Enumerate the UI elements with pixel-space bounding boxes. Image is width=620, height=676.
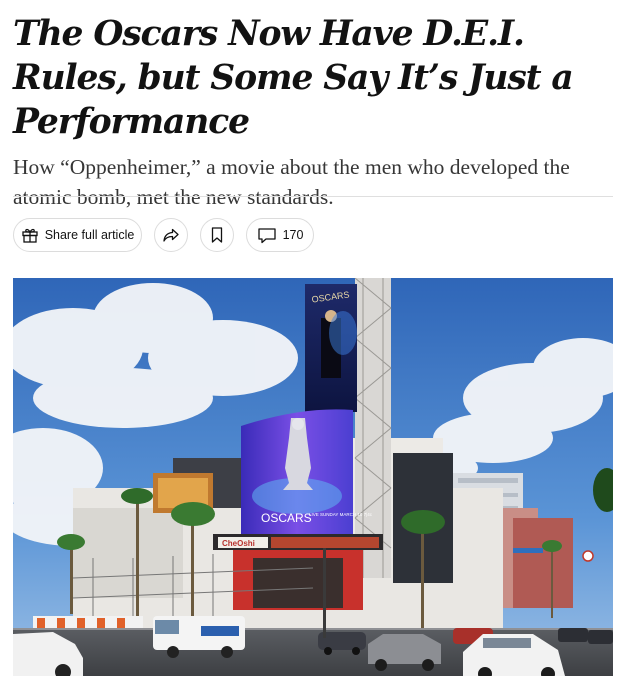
- billboard-date-text: LIVE SUNDAY MARCH 10 7|4c: [309, 512, 373, 517]
- share-full-article-button[interactable]: Share full article: [13, 218, 142, 252]
- gift-icon: [21, 226, 39, 244]
- bookmark-icon: [209, 226, 225, 244]
- lead-photo: OSCARS OSCARS LIVE SUNDAY MARCH 10 7|4c …: [13, 278, 613, 676]
- save-article-button[interactable]: [200, 218, 234, 252]
- divider: [13, 196, 613, 197]
- share-button[interactable]: [154, 218, 188, 252]
- article-summary: How “Oppenheimer,” a movie about the men…: [13, 155, 570, 209]
- comment-count: 170: [282, 228, 304, 242]
- comment-bubble-icon: [257, 226, 277, 244]
- main-billboard-text: OSCARS: [261, 511, 312, 525]
- article-header: The Oscars Now Have D.E.I. Rules, but So…: [13, 0, 613, 676]
- share-arrow-icon: [162, 226, 180, 244]
- article-toolbar: Share full article 170: [13, 218, 326, 252]
- headline: The Oscars Now Have D.E.I. Rules, but So…: [13, 14, 574, 142]
- share-full-article-label: Share full article: [44, 228, 135, 242]
- storefront-sign-text: CheOshi: [222, 539, 255, 548]
- comments-button[interactable]: 170: [246, 218, 314, 252]
